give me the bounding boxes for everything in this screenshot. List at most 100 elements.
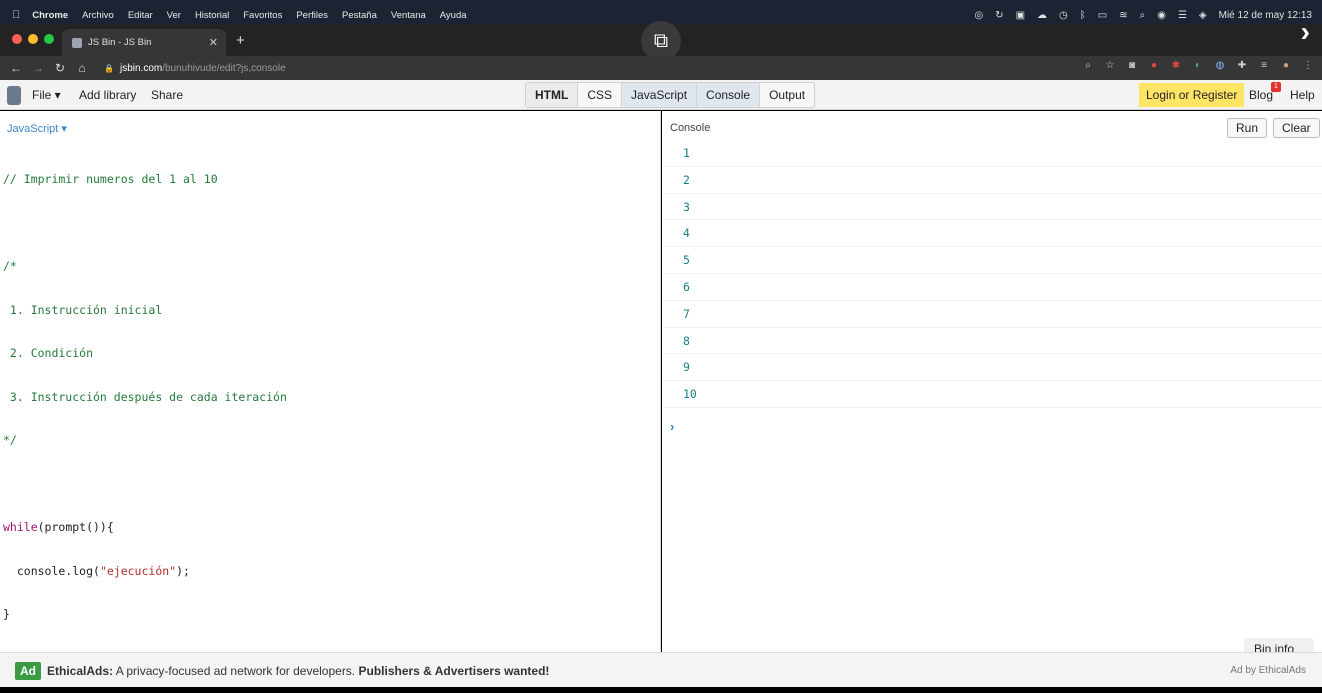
blog-notification-badge: 1 — [1271, 82, 1281, 92]
menu-ver[interactable]: Ver — [167, 10, 181, 21]
reading-list-icon[interactable]: ≡ — [1258, 60, 1270, 71]
close-tab-icon[interactable]: ✕ — [209, 36, 218, 49]
menu-perfiles[interactable]: Perfiles — [296, 10, 328, 21]
jsbin-logo-icon[interactable] — [7, 86, 21, 105]
cloud-icon[interactable]: ☁ — [1037, 10, 1047, 21]
maximize-window-button[interactable] — [44, 34, 54, 44]
reload-icon[interactable]: ↻ — [54, 61, 66, 75]
console-output-line: 1 — [662, 140, 1322, 167]
console-panel: Console Run Clear 1 2 3 4 5 6 7 8 9 10 ›… — [662, 111, 1322, 654]
lock-icon: 🔒 — [104, 63, 114, 73]
code-editor[interactable]: // Imprimir numeros del 1 al 10 /* 1. In… — [3, 143, 287, 651]
panel-toggle-console[interactable]: Console — [697, 83, 761, 107]
menu-historial[interactable]: Historial — [195, 10, 229, 21]
user-icon[interactable]: ◉ — [1157, 10, 1166, 21]
run-button[interactable]: Run — [1227, 118, 1268, 138]
blue-extension-icon[interactable]: ◍ — [1214, 60, 1226, 71]
home-icon[interactable]: ⌂ — [76, 61, 88, 75]
console-output-line: 6 — [662, 274, 1322, 301]
console-output-line: 7 — [662, 301, 1322, 328]
jsbin-toolbar: File ▾ Add library Share HTML CSS JavaSc… — [0, 80, 1322, 110]
back-arrow-icon[interactable]: ← — [10, 61, 22, 75]
app-status-icon[interactable]: ↻ — [995, 10, 1003, 21]
green-extension-icon[interactable]: ◐ — [1192, 60, 1204, 71]
camera-extension-icon[interactable]: ◙ — [1126, 60, 1138, 71]
panel-toggle-html[interactable]: HTML — [526, 83, 579, 107]
login-register-button[interactable]: Login or Register — [1139, 83, 1245, 107]
jsbin-favicon-icon — [72, 37, 82, 48]
ad-body: A privacy-focused ad network for develop… — [113, 664, 359, 678]
code-line: 3. Instrucción después de cada iteración — [3, 389, 287, 404]
url-host: jsbin.com — [119, 62, 163, 74]
spotlight-search-icon[interactable]: ⌕ — [1140, 10, 1146, 21]
menubar-datetime[interactable]: Mié 12 de may 12:13 — [1219, 10, 1312, 21]
menu-ventana[interactable]: Ventana — [391, 10, 426, 21]
ad-cta: Publishers & Advertisers wanted! — [358, 664, 550, 678]
red-extension-icon[interactable]: ● — [1148, 60, 1160, 71]
record-extension-icon[interactable]: ✱ — [1170, 60, 1182, 71]
file-menu[interactable]: File ▾ — [32, 88, 61, 102]
code-line: 1. Instrucción inicial — [3, 302, 163, 317]
chevron-right-icon[interactable]: › — [1301, 16, 1310, 48]
menu-archivo[interactable]: Archivo — [82, 10, 114, 21]
apple-icon[interactable]:  — [12, 9, 20, 21]
panel-toggle-css[interactable]: CSS — [578, 83, 623, 107]
menu-chrome[interactable]: Chrome — [32, 10, 68, 21]
bookmark-star-icon[interactable]: ☆ — [1104, 60, 1116, 71]
profile-avatar[interactable]: ● — [1280, 60, 1292, 71]
ad-text[interactable]: EthicalAds: A privacy-focused ad network… — [47, 664, 549, 678]
close-window-button[interactable] — [12, 34, 22, 44]
ad-by-link[interactable]: Ad by EthicalAds — [1230, 665, 1306, 676]
help-link[interactable]: Help — [1290, 88, 1315, 102]
address-bar: ← → ↻ ⌂ 🔒 jsbin.com /bunuhivude/edit?js,… — [0, 56, 1322, 80]
console-prompt-input[interactable]: › — [670, 419, 674, 434]
picture-in-picture-icon[interactable]: ⧉ — [641, 21, 681, 61]
tab-title: JS Bin - JS Bin — [88, 37, 152, 48]
editor-language-selector[interactable]: JavaScript ▾ — [7, 122, 67, 135]
console-output-line: 4 — [662, 220, 1322, 248]
menu-editar[interactable]: Editar — [128, 10, 153, 21]
new-tab-button[interactable]: + — [236, 32, 245, 49]
panel-toggle-output[interactable]: Output — [760, 83, 814, 107]
menu-ayuda[interactable]: Ayuda — [440, 10, 467, 21]
code-line-console-log: console.log("ejecución"); — [3, 563, 190, 578]
creative-cloud-icon[interactable]: ◎ — [974, 10, 983, 21]
wifi-icon[interactable]: ≋ — [1119, 10, 1127, 21]
code-line: } — [3, 607, 10, 621]
browser-tab-jsbin[interactable]: JS Bin - JS Bin ✕ — [62, 29, 226, 56]
screen-record-icon[interactable]: ▣ — [1016, 10, 1025, 21]
share-button[interactable]: Share — [151, 88, 183, 102]
code-line-while: while(prompt()){ — [3, 520, 114, 534]
panel-toggle-javascript[interactable]: JavaScript — [622, 83, 698, 107]
console-output-line: 8 — [662, 328, 1322, 355]
battery-icon[interactable]: ▭ — [1098, 10, 1107, 21]
zoom-icon[interactable]: ⌕ — [1082, 60, 1094, 71]
menu-pestana[interactable]: Pestaña — [342, 10, 377, 21]
clear-button[interactable]: Clear — [1273, 118, 1320, 138]
console-output-line: 3 — [662, 194, 1322, 221]
console-output-line: 9 — [662, 354, 1322, 382]
ad-brand: EthicalAds: — [47, 664, 114, 678]
ethicalads-banner[interactable]: Ad EthicalAds: A privacy-focused ad netw… — [0, 652, 1322, 687]
browser-extensions: ⌕ ☆ ◙ ● ✱ ◐ ◍ ✚ ≡ ● ⋮ — [1082, 60, 1314, 71]
javascript-editor-panel[interactable]: JavaScript ▾ // Imprimir numeros del 1 a… — [0, 111, 661, 652]
console-output-line: 10 — [662, 381, 1322, 408]
forward-arrow-icon[interactable]: → — [32, 61, 44, 75]
url-field[interactable]: 🔒 jsbin.com /bunuhivude/edit?js,console — [104, 63, 286, 74]
ad-tag: Ad — [15, 662, 41, 680]
siri-icon[interactable]: ◈ — [1199, 10, 1207, 21]
blog-link[interactable]: Blog — [1249, 88, 1273, 102]
panel-toggle-group: HTML CSS JavaScript Console Output — [525, 82, 816, 108]
more-menu-icon[interactable]: ⋮ — [1302, 60, 1314, 71]
puzzle-extensions-icon[interactable]: ✚ — [1236, 60, 1248, 71]
control-center-icon[interactable]: ☰ — [1178, 10, 1187, 21]
window-controls — [12, 34, 54, 44]
menu-favoritos[interactable]: Favoritos — [243, 10, 282, 21]
add-library-button[interactable]: Add library — [79, 88, 136, 102]
console-output-line: 5 — [662, 247, 1322, 274]
minimize-window-button[interactable] — [28, 34, 38, 44]
bluetooth-icon[interactable]: ᛒ — [1080, 10, 1086, 21]
time-machine-icon[interactable]: ◷ — [1059, 10, 1068, 21]
